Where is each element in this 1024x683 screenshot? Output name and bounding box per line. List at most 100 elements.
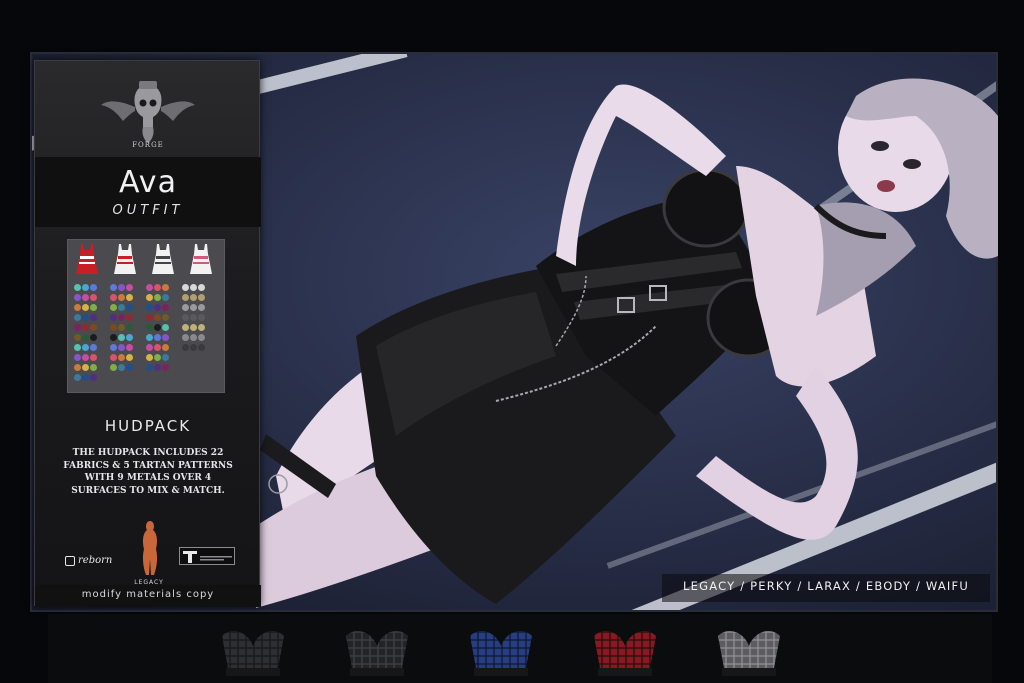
color-swatch[interactable] — [110, 354, 117, 361]
color-swatch[interactable] — [162, 354, 169, 361]
color-swatch[interactable] — [126, 314, 133, 321]
color-swatch[interactable] — [182, 284, 189, 291]
color-swatch[interactable] — [154, 294, 161, 301]
color-swatch[interactable] — [190, 334, 197, 341]
color-swatch[interactable] — [90, 324, 97, 331]
color-swatch[interactable] — [82, 294, 89, 301]
color-swatch[interactable] — [162, 304, 169, 311]
color-swatch[interactable] — [74, 314, 81, 321]
color-swatch[interactable] — [90, 314, 97, 321]
color-swatch[interactable] — [118, 364, 125, 371]
color-swatch[interactable] — [190, 324, 197, 331]
color-swatch[interactable] — [126, 344, 133, 351]
color-swatch[interactable] — [198, 324, 205, 331]
color-swatch[interactable] — [190, 344, 197, 351]
color-swatch[interactable] — [82, 374, 89, 381]
color-swatch[interactable] — [198, 294, 205, 301]
color-swatch[interactable] — [154, 304, 161, 311]
color-swatch[interactable] — [118, 324, 125, 331]
color-swatch[interactable] — [74, 354, 81, 361]
color-swatch[interactable] — [146, 304, 153, 311]
color-swatch[interactable] — [154, 364, 161, 371]
color-swatch[interactable] — [74, 334, 81, 341]
color-swatch[interactable] — [118, 304, 125, 311]
color-swatch[interactable] — [90, 334, 97, 341]
dress-white-dark-icon[interactable] — [150, 242, 176, 276]
variant-red-tartan-thumbnail[interactable] — [590, 628, 660, 678]
color-swatch[interactable] — [110, 364, 117, 371]
color-swatch[interactable] — [118, 344, 125, 351]
color-swatch[interactable] — [82, 354, 89, 361]
color-swatch[interactable] — [82, 304, 89, 311]
color-swatch[interactable] — [110, 324, 117, 331]
color-swatch[interactable] — [146, 284, 153, 291]
color-swatch[interactable] — [90, 344, 97, 351]
color-swatch[interactable] — [190, 284, 197, 291]
color-swatch[interactable] — [82, 344, 89, 351]
color-swatch[interactable] — [82, 284, 89, 291]
color-swatch[interactable] — [198, 284, 205, 291]
color-swatch[interactable] — [162, 314, 169, 321]
color-swatch[interactable] — [182, 314, 189, 321]
color-swatch[interactable] — [190, 304, 197, 311]
color-swatch[interactable] — [198, 344, 205, 351]
color-swatch[interactable] — [126, 294, 133, 301]
color-swatch[interactable] — [182, 344, 189, 351]
color-swatch[interactable] — [126, 334, 133, 341]
color-swatch[interactable] — [110, 344, 117, 351]
color-swatch[interactable] — [74, 324, 81, 331]
color-swatch[interactable] — [182, 324, 189, 331]
color-swatch[interactable] — [154, 324, 161, 331]
color-swatch[interactable] — [162, 344, 169, 351]
color-swatch[interactable] — [126, 324, 133, 331]
color-swatch[interactable] — [154, 334, 161, 341]
color-swatch[interactable] — [154, 314, 161, 321]
color-swatch[interactable] — [126, 364, 133, 371]
color-swatch[interactable] — [146, 354, 153, 361]
color-swatch[interactable] — [90, 374, 97, 381]
color-swatch[interactable] — [146, 314, 153, 321]
color-swatch[interactable] — [182, 294, 189, 301]
color-swatch[interactable] — [74, 284, 81, 291]
color-swatch[interactable] — [90, 304, 97, 311]
color-swatch[interactable] — [198, 304, 205, 311]
color-swatch[interactable] — [118, 284, 125, 291]
color-swatch[interactable] — [90, 364, 97, 371]
color-swatch[interactable] — [74, 344, 81, 351]
color-swatch[interactable] — [146, 334, 153, 341]
color-swatch[interactable] — [146, 344, 153, 351]
color-swatch[interactable] — [162, 364, 169, 371]
color-swatch[interactable] — [90, 354, 97, 361]
color-swatch[interactable] — [162, 334, 169, 341]
color-swatch[interactable] — [90, 284, 97, 291]
color-swatch[interactable] — [82, 364, 89, 371]
color-swatch[interactable] — [110, 334, 117, 341]
color-swatch[interactable] — [198, 314, 205, 321]
variant-grey-tartan-thumbnail[interactable] — [714, 628, 784, 678]
color-swatch[interactable] — [118, 314, 125, 321]
color-swatch[interactable] — [190, 294, 197, 301]
color-swatch[interactable] — [74, 364, 81, 371]
color-swatch[interactable] — [182, 334, 189, 341]
variant-black-tartan-thumbnail[interactable] — [218, 628, 288, 678]
color-swatch[interactable] — [154, 284, 161, 291]
color-swatch[interactable] — [74, 294, 81, 301]
color-swatch[interactable] — [74, 304, 81, 311]
color-swatch[interactable] — [190, 314, 197, 321]
color-swatch[interactable] — [74, 374, 81, 381]
color-swatch[interactable] — [126, 354, 133, 361]
dress-white-red-icon[interactable] — [112, 242, 138, 276]
color-swatch[interactable] — [146, 364, 153, 371]
color-swatch[interactable] — [118, 294, 125, 301]
variant-blue-tartan-thumbnail[interactable] — [466, 628, 536, 678]
variant-charcoal-tartan-thumbnail[interactable] — [342, 628, 412, 678]
color-swatch[interactable] — [126, 304, 133, 311]
color-swatch[interactable] — [182, 304, 189, 311]
color-swatch[interactable] — [82, 314, 89, 321]
color-swatch[interactable] — [162, 284, 169, 291]
color-swatch[interactable] — [110, 314, 117, 321]
color-swatch[interactable] — [118, 334, 125, 341]
color-swatch[interactable] — [154, 344, 161, 351]
color-swatch[interactable] — [198, 334, 205, 341]
dress-white-pink-icon[interactable] — [188, 242, 214, 276]
